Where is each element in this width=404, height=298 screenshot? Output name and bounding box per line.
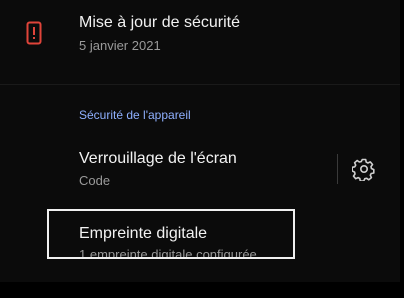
divider	[0, 84, 400, 85]
security-update-date: 5 janvier 2021	[79, 38, 161, 53]
screen-edge	[400, 0, 404, 298]
screen-lock-title: Verrouillage de l'écran	[79, 150, 237, 167]
focus-highlight	[47, 209, 295, 259]
gear-icon[interactable]	[352, 157, 376, 181]
screen-lock-row[interactable]: Verrouillage de l'écran Code	[0, 138, 400, 198]
security-update-row[interactable]: Mise à jour de sécurité 5 janvier 2021	[0, 0, 400, 80]
section-header: Sécurité de l'appareil	[79, 108, 191, 122]
security-update-title: Mise à jour de sécurité	[79, 14, 240, 31]
screen-lock-value: Code	[79, 173, 111, 188]
settings-panel: Mise à jour de sécurité 5 janvier 2021 S…	[0, 0, 400, 282]
phone-alert-icon	[26, 21, 42, 45]
screen-edge-bottom	[0, 282, 404, 298]
vertical-separator	[337, 154, 338, 184]
